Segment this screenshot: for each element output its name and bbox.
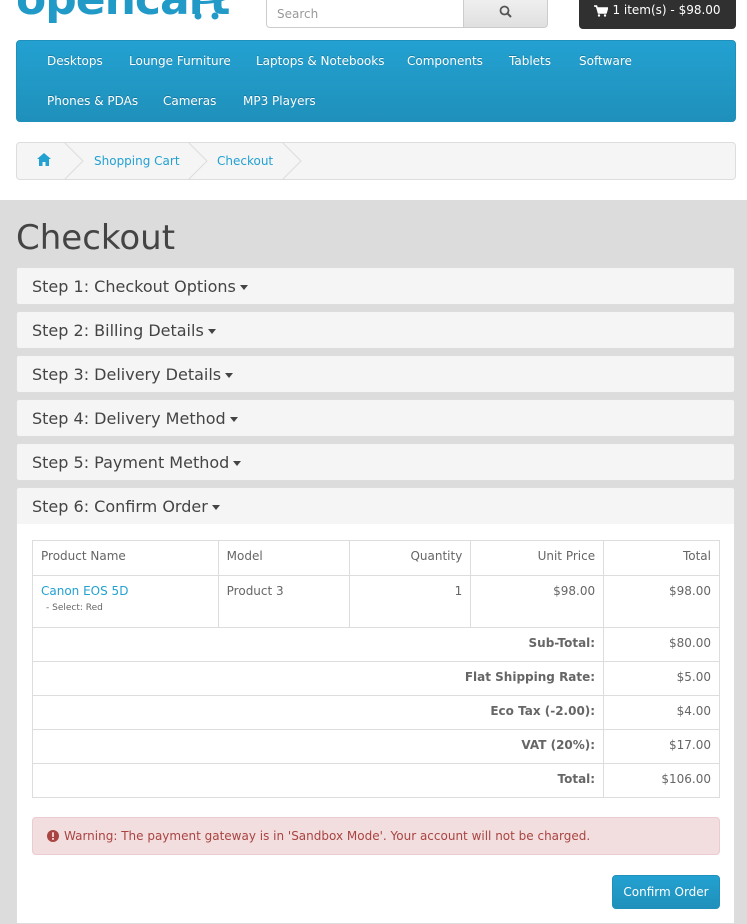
search-icon (499, 5, 512, 18)
totals-value: $4.00 (603, 695, 720, 730)
quantity-cell: 1 (349, 575, 472, 628)
menu-item-mp3-players[interactable]: MP3 Players (243, 94, 316, 108)
totals-row: Total: $106.00 (31, 763, 720, 798)
column-header: Unit Price (470, 540, 605, 576)
caret-down-icon (229, 417, 238, 422)
totals-value: $106.00 (603, 763, 720, 798)
model-cell: Product 3 (217, 575, 351, 628)
totals-value: $5.00 (603, 661, 720, 696)
cart-button[interactable]: 1 item(s) - $98.00 (579, 0, 736, 29)
totals-value: $80.00 (603, 627, 720, 662)
caret-down-icon (239, 285, 248, 290)
totals-row: Sub-Total: $80.00 (31, 627, 720, 662)
totals-label: Total: (31, 763, 605, 798)
sandbox-warning-alert: Warning: The payment gateway is in 'Sand… (32, 817, 720, 855)
step-4-header[interactable]: Step 4: Delivery Method (16, 399, 735, 437)
step-4-title: Step 4: Delivery Method (32, 409, 226, 428)
menu-item-software[interactable]: Software (579, 54, 632, 68)
menu-item-lounge-furniture[interactable]: Lounge Furniture (129, 54, 231, 68)
column-header: Product Name (32, 540, 219, 576)
totals-value: $17.00 (603, 729, 720, 764)
product-cell: Canon EOS 5D - Select: Red (32, 575, 219, 628)
step-1-title: Step 1: Checkout Options (32, 277, 236, 296)
breadcrumb-shopping-cart[interactable]: Shopping Cart (94, 154, 180, 168)
step-2-title: Step 2: Billing Details (32, 321, 204, 340)
step-5-header[interactable]: Step 5: Payment Method (16, 443, 735, 481)
menu-item-laptops-notebooks[interactable]: Laptops & Notebooks (256, 54, 384, 68)
caret-down-icon (225, 373, 234, 378)
totals-row: Flat Shipping Rate: $5.00 (31, 661, 720, 696)
total-cell: $98.00 (603, 575, 720, 628)
caret-down-icon (233, 461, 242, 466)
totals-row: Eco Tax (-2.00): $4.00 (31, 695, 720, 730)
product-name-link[interactable]: Canon EOS 5D (41, 584, 210, 598)
breadcrumb-separator-icon (63, 142, 84, 180)
table-row: Canon EOS 5D - Select: Red Product 3 1 $… (32, 575, 720, 628)
step-3-header[interactable]: Step 3: Delivery Details (16, 355, 735, 393)
table-header-row: Product Name Model Quantity Unit Price T… (32, 540, 720, 576)
search-button[interactable] (463, 0, 548, 28)
caret-down-icon (207, 329, 216, 334)
product-option: - Select: Red (46, 603, 103, 613)
totals-label: Sub-Total: (31, 627, 605, 662)
step-5-title: Step 5: Payment Method (32, 453, 230, 472)
menu-item-desktops[interactable]: Desktops (47, 54, 103, 68)
search-input[interactable]: Search (266, 0, 464, 28)
search-bar: Search (266, 0, 548, 28)
caret-down-icon (211, 505, 220, 510)
menu-item-components[interactable]: Components (407, 54, 483, 68)
step-3-title: Step 3: Delivery Details (32, 365, 222, 384)
breadcrumb-checkout[interactable]: Checkout (217, 154, 273, 168)
step-6-header[interactable]: Step 6: Confirm Order (16, 487, 735, 525)
page-title: Checkout (16, 218, 176, 258)
breadcrumb: Shopping Cart Checkout (16, 142, 736, 180)
totals-row: VAT (20%): $17.00 (31, 729, 720, 764)
step-1-header[interactable]: Step 1: Checkout Options (16, 267, 735, 305)
order-table: Product Name Model Quantity Unit Price T… (31, 540, 720, 798)
home-icon[interactable] (37, 153, 51, 166)
column-header: Total (603, 540, 720, 576)
column-header: Quantity (349, 540, 472, 576)
alert-text: Warning: The payment gateway is in 'Sand… (64, 829, 591, 843)
unit-price-cell: $98.00 (470, 575, 605, 628)
totals-label: Flat Shipping Rate: (31, 661, 605, 696)
totals-label: VAT (20%): (31, 729, 605, 764)
step-6-title: Step 6: Confirm Order (32, 497, 208, 516)
main-menu: Desktops Lounge Furniture Laptops & Note… (16, 40, 736, 122)
column-header: Model (217, 540, 351, 576)
cart-logo-icon (193, 0, 226, 20)
confirm-order-button[interactable]: Confirm Order (612, 875, 720, 909)
breadcrumb-separator-icon (281, 142, 302, 180)
step-2-header[interactable]: Step 2: Billing Details (16, 311, 735, 349)
menu-item-phones-pdas[interactable]: Phones & PDAs (47, 94, 138, 108)
totals-label: Eco Tax (-2.00): (31, 695, 605, 730)
exclamation-circle-icon (47, 830, 59, 842)
shopping-cart-icon (594, 5, 609, 17)
menu-item-cameras[interactable]: Cameras (163, 94, 216, 108)
cart-total-label: 1 item(s) - $98.00 (612, 3, 721, 17)
breadcrumb-separator-icon (187, 142, 208, 180)
menu-item-tablets[interactable]: Tablets (509, 54, 551, 68)
